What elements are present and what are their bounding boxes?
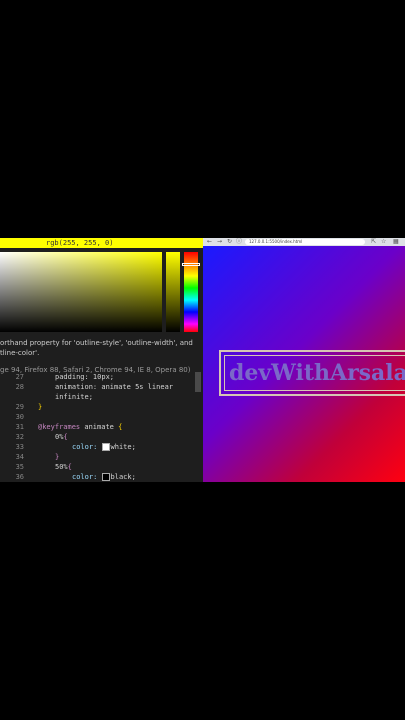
animation-name: animate: [80, 423, 119, 431]
line-number: 32: [15, 433, 24, 441]
line-number: 29: [15, 403, 24, 411]
brand-title: devWithArsalan: [229, 360, 405, 386]
line-content: 50%{: [55, 462, 72, 472]
star-icon[interactable]: ☆: [381, 238, 386, 246]
line-content: infinite;: [55, 393, 93, 401]
line-number: 33: [15, 443, 24, 451]
line-number: 36: [15, 473, 24, 481]
color-swatch[interactable]: [101, 443, 110, 451]
back-icon[interactable]: ←: [207, 238, 212, 246]
info-icon[interactable]: ⓘ: [236, 238, 242, 246]
line-number: 31: [15, 423, 24, 431]
keyframes-keyword: @keyframes: [38, 423, 81, 431]
css-property: color:: [72, 473, 98, 481]
color-value-label: rgb(255, 255, 0): [46, 239, 114, 247]
line-content: }: [38, 403, 43, 411]
code-area[interactable]: 27 padding: 10px; 28 animation: animate …: [0, 372, 203, 482]
open-brace: {: [67, 463, 72, 471]
address-bar[interactable]: 127.0.0.1:5500/index.html: [245, 239, 365, 245]
line-content: color: black;: [72, 472, 136, 482]
css-value: black;: [110, 473, 136, 481]
editor-scrollbar[interactable]: [195, 372, 201, 392]
line-content: padding: 10px;: [55, 373, 115, 381]
line-number: 30: [15, 413, 24, 421]
opacity-slider[interactable]: [166, 252, 180, 332]
browser-preview-pane: ← → ↻ ⓘ 127.0.0.1:5500/index.html ⇱ ☆ ▦ …: [203, 238, 405, 482]
line-number: 28: [15, 383, 24, 391]
color-picker-header[interactable]: rgb(255, 255, 0): [0, 238, 203, 248]
brand-frame: devWithArsalan: [219, 350, 405, 396]
extensions-icon[interactable]: ▦: [393, 238, 399, 246]
close-brace: }: [55, 453, 60, 461]
open-brace: {: [63, 433, 68, 441]
hover-doc-line: orthand property for 'outline-style', 'o…: [0, 339, 193, 347]
line-number: 27: [15, 373, 24, 381]
css-value: white;: [110, 443, 136, 451]
line-content: @keyframes animate {: [38, 422, 122, 432]
hover-documentation: orthand property for 'outline-style', 'o…: [0, 338, 203, 358]
reload-icon[interactable]: ↻: [227, 238, 232, 246]
line-number: 35: [15, 463, 24, 471]
hover-doc-line: tline-color'.: [0, 349, 40, 357]
browser-toolbar: ← → ↻ ⓘ 127.0.0.1:5500/index.html ⇱ ☆ ▦: [203, 238, 405, 246]
open-brace: {: [118, 423, 123, 431]
hue-slider-handle[interactable]: [182, 263, 200, 266]
share-icon[interactable]: ⇱: [371, 238, 376, 246]
color-swatch[interactable]: [101, 473, 110, 481]
forward-icon[interactable]: →: [217, 238, 222, 246]
line-content: 0%{: [55, 432, 68, 442]
line-content: animation: animate 5s linear: [55, 383, 174, 391]
page-viewport: devWithArsalan: [203, 246, 405, 482]
saturation-brightness-area[interactable]: [0, 252, 162, 332]
keyframe-selector: 50%: [55, 463, 68, 471]
code-editor-pane: rgb(255, 255, 0) orthand property for 'o…: [0, 238, 203, 482]
css-property: color:: [72, 443, 98, 451]
line-number: 34: [15, 453, 24, 461]
line-content: color: white;: [72, 442, 136, 452]
